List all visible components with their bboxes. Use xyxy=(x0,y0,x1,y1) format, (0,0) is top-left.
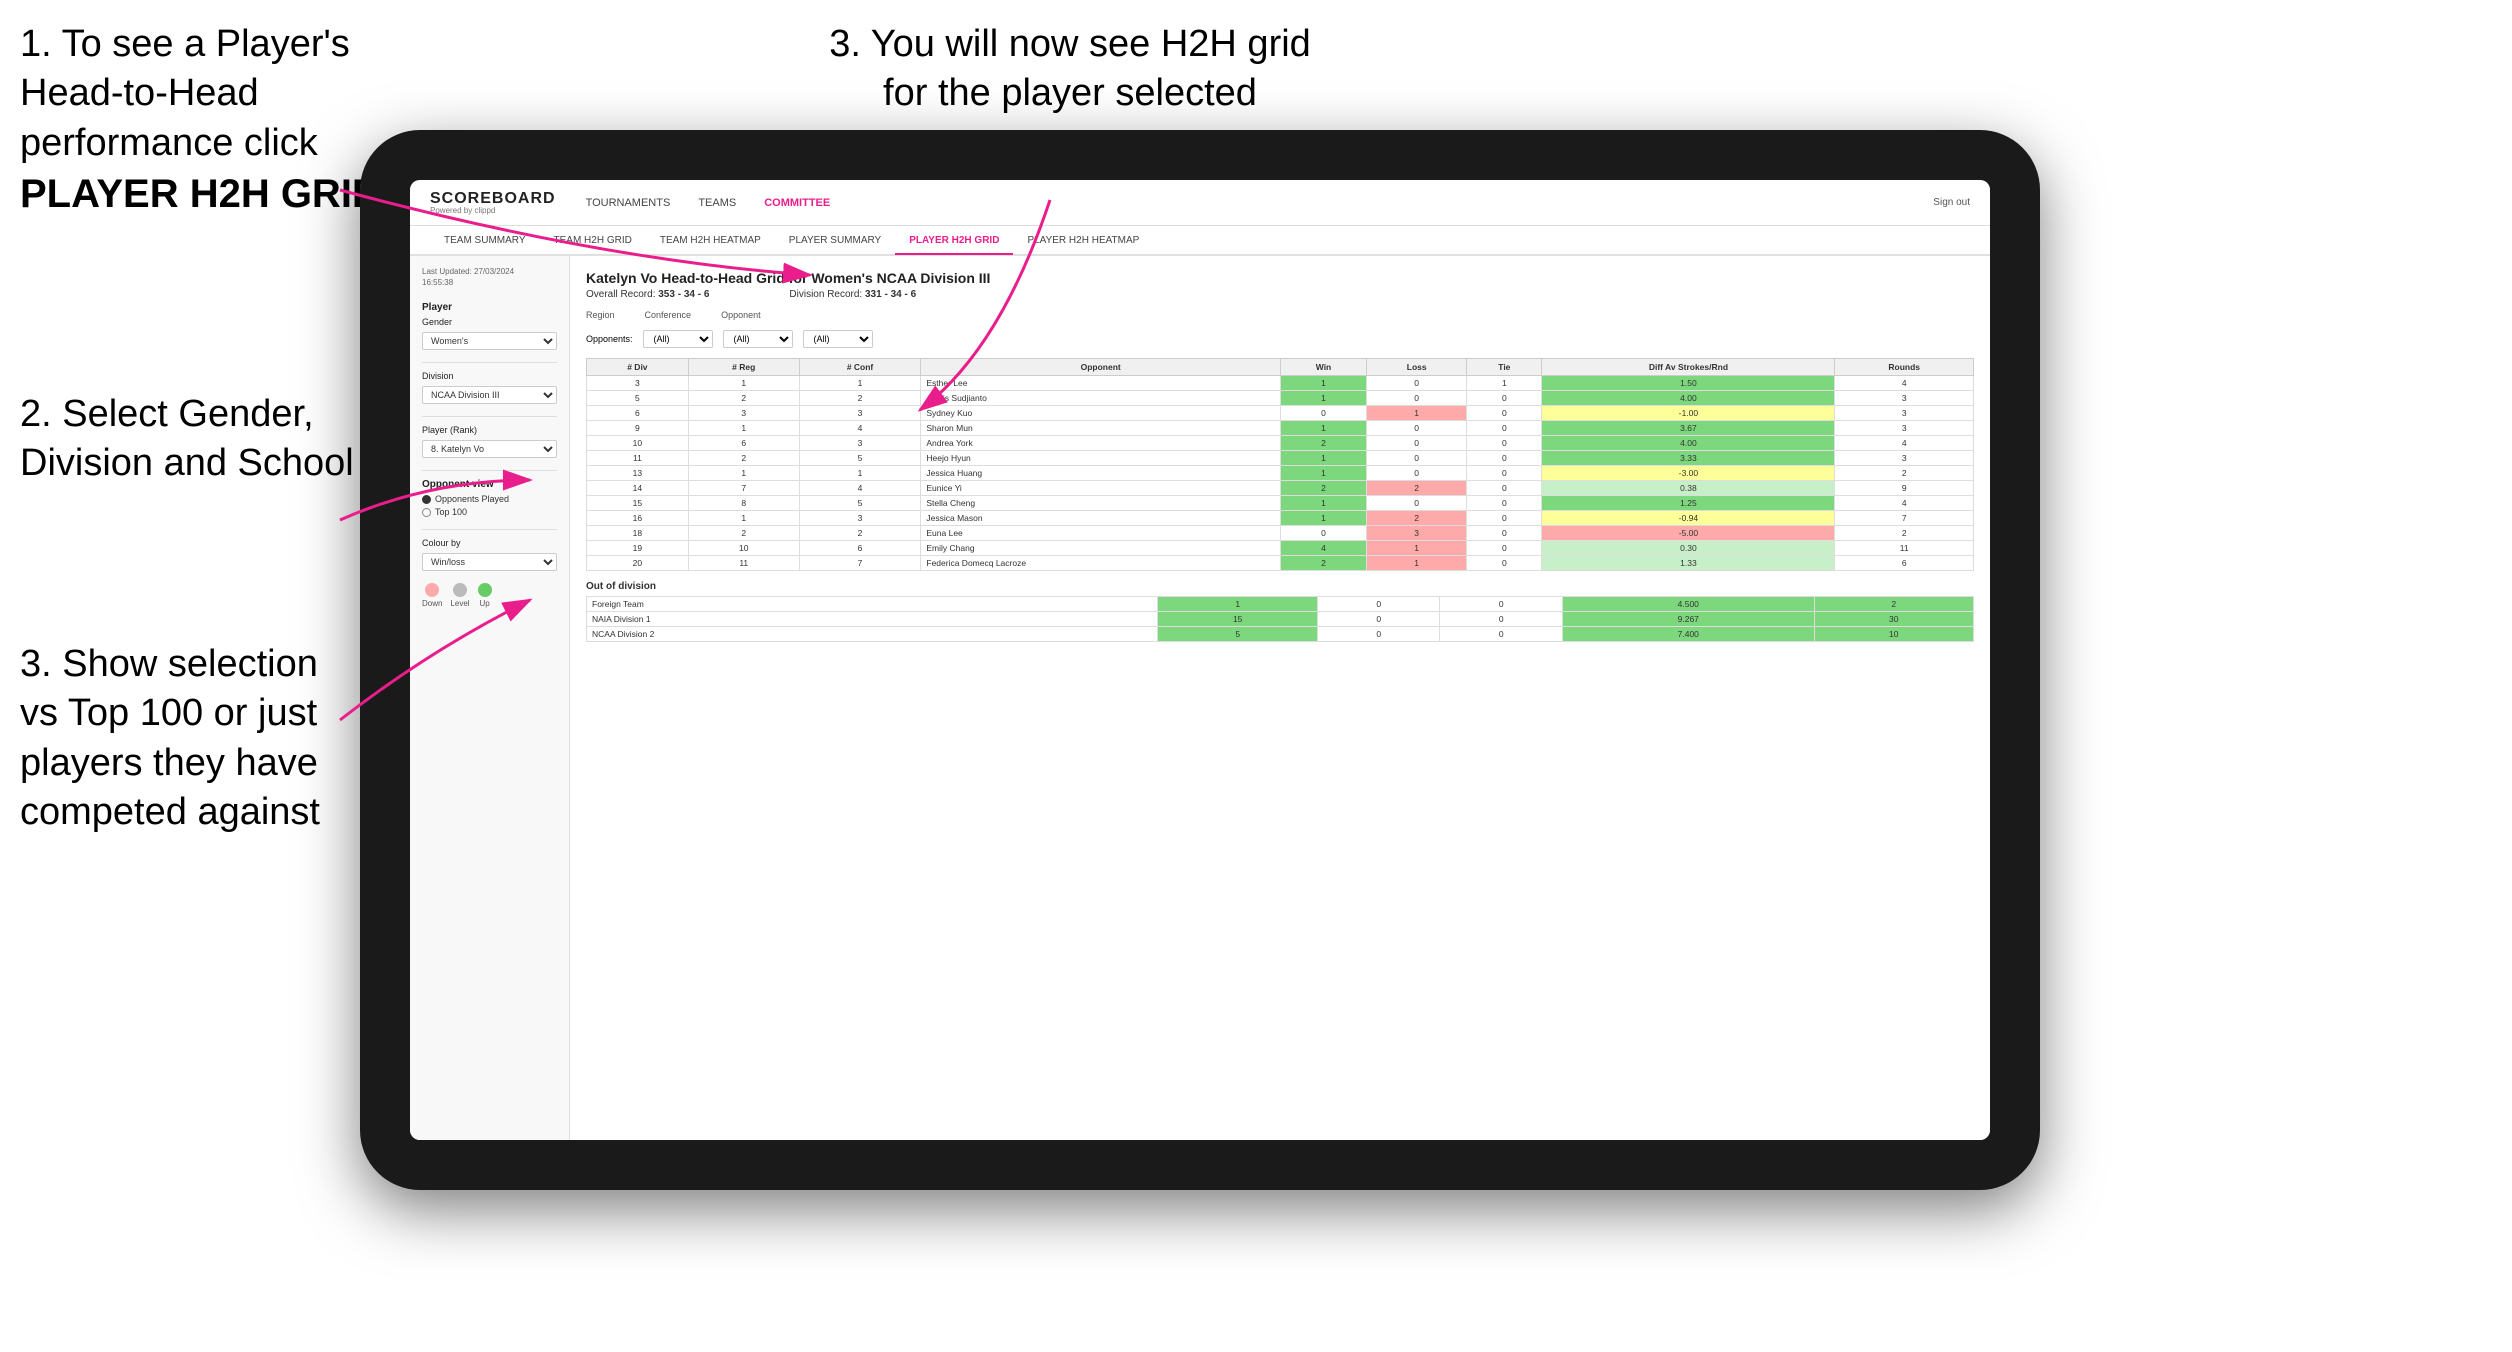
col-tie: Tie xyxy=(1467,359,1542,376)
col-loss: Loss xyxy=(1367,359,1467,376)
division-select[interactable]: NCAA Division III NCAA Division I NCAA D… xyxy=(422,386,557,404)
player-label: Player xyxy=(422,302,557,313)
opponents-played-radio[interactable]: Opponents Played xyxy=(422,494,557,504)
legend-dot-up xyxy=(478,583,492,597)
gender-select[interactable]: Women's Men's xyxy=(422,332,557,350)
instruction-3-top: 3. You will now see H2H grid for the pla… xyxy=(820,20,1320,119)
nav-link-teams[interactable]: TEAMS xyxy=(698,197,736,209)
overall-record: Overall Record: 353 - 34 - 6 xyxy=(586,289,709,300)
division-record: Division Record: 331 - 34 - 6 xyxy=(789,289,916,300)
sidebar-timestamp: Last Updated: 27/03/2024 16:55:38 xyxy=(422,266,557,288)
table-row: 18 xyxy=(587,526,689,541)
sidebar-opponent-section: Opponent view Opponents Played Top 100 xyxy=(422,479,557,517)
col-diff: Diff Av Strokes/Rnd xyxy=(1542,359,1835,376)
sidebar-gender-section: Gender Women's Men's xyxy=(422,317,557,350)
logo-sub: Powered by clippd xyxy=(430,207,556,215)
table-row: 19 xyxy=(587,541,689,556)
sidebar: Last Updated: 27/03/2024 16:55:38 Player… xyxy=(410,256,570,1140)
opponents-label: Opponents: xyxy=(586,334,633,344)
table-row: 10 xyxy=(587,436,689,451)
table-row: 6 xyxy=(587,406,689,421)
sidebar-player-rank-section: Player (Rank) 8. Katelyn Vo xyxy=(422,425,557,458)
sign-out-link[interactable]: Sign out xyxy=(1933,197,1970,208)
table-row: 15 xyxy=(587,496,689,511)
out-of-division-label: Out of division xyxy=(586,581,1974,592)
colour-by-select[interactable]: Win/loss xyxy=(422,553,557,571)
nav-links: TOURNAMENTS TEAMS COMMITTEE xyxy=(586,197,1934,209)
col-win: Win xyxy=(1280,359,1366,376)
sub-nav-player-h2h-grid[interactable]: PLAYER H2H GRID xyxy=(895,227,1013,255)
h2h-table: # Div # Reg # Conf Opponent Win Loss Tie… xyxy=(586,358,1974,571)
col-reg: # Reg xyxy=(688,359,799,376)
legend-up: Up xyxy=(478,583,492,608)
opponent-select[interactable]: (All) xyxy=(803,330,873,348)
table-row: 9 xyxy=(587,421,689,436)
grid-title: Katelyn Vo Head-to-Head Grid for Women's… xyxy=(586,270,1974,286)
sub-nav-team-h2h-heatmap[interactable]: TEAM H2H HEATMAP xyxy=(646,227,775,255)
nav-right: Sign out xyxy=(1933,197,1970,208)
table-row: 20 xyxy=(587,556,689,571)
nav-bar: SCOREBOARD Powered by clippd TOURNAMENTS… xyxy=(410,180,1990,226)
ood-table: Foreign Team 1 0 0 4.500 2 NAIA Division… xyxy=(586,596,1974,642)
col-rounds: Rounds xyxy=(1835,359,1974,376)
sidebar-player-section: Player Gender Women's Men's Division NCA… xyxy=(422,302,557,458)
sidebar-division-section: Division NCAA Division III NCAA Division… xyxy=(422,371,557,404)
gender-label: Gender xyxy=(422,317,557,327)
logo-area: SCOREBOARD Powered by clippd xyxy=(430,191,556,215)
col-div: # Div xyxy=(587,359,689,376)
legend-down: Down xyxy=(422,583,442,608)
grid-records: Overall Record: 353 - 34 - 6 Division Re… xyxy=(586,289,1974,300)
legend-level: Level xyxy=(450,583,469,608)
table-row: 3 xyxy=(587,376,689,391)
instruction-1: 1. To see a Player's Head-to-Head perfor… xyxy=(20,20,400,221)
instruction-3-bottom: 3. Show selection vs Top 100 or just pla… xyxy=(20,640,360,838)
nav-link-tournaments[interactable]: TOURNAMENTS xyxy=(586,197,671,209)
player-rank-select[interactable]: 8. Katelyn Vo xyxy=(422,440,557,458)
player-rank-label: Player (Rank) xyxy=(422,425,557,435)
table-row: 5 xyxy=(587,391,689,406)
sub-nav-team-h2h-grid[interactable]: TEAM H2H GRID xyxy=(540,227,646,255)
filter-selects-row: Opponents: (All) (All) (All) xyxy=(586,330,1974,348)
sidebar-colour-section: Colour by Win/loss xyxy=(422,538,557,571)
sub-nav-player-h2h-heatmap[interactable]: PLAYER H2H HEATMAP xyxy=(1013,227,1153,255)
conference-filter: Conference xyxy=(645,310,692,322)
colour-by-label: Colour by xyxy=(422,538,557,548)
sub-nav-player-summary[interactable]: PLAYER SUMMARY xyxy=(775,227,895,255)
region-select[interactable]: (All) xyxy=(643,330,713,348)
col-opponent: Opponent xyxy=(921,359,1281,376)
data-area: Katelyn Vo Head-to-Head Grid for Women's… xyxy=(570,256,1990,1140)
tablet: SCOREBOARD Powered by clippd TOURNAMENTS… xyxy=(360,130,2040,1190)
division-label: Division xyxy=(422,371,557,381)
sub-nav: TEAM SUMMARY TEAM H2H GRID TEAM H2H HEAT… xyxy=(410,226,1990,256)
sub-nav-team-summary[interactable]: TEAM SUMMARY xyxy=(430,227,540,255)
legend-dot-down xyxy=(425,583,439,597)
radio-dot-top100 xyxy=(422,508,431,517)
region-filter: Region xyxy=(586,310,615,322)
logo-text: SCOREBOARD xyxy=(430,191,556,207)
instruction-2: 2. Select Gender, Division and School xyxy=(20,390,360,489)
color-legend: Down Level Up xyxy=(422,583,557,608)
main-content: Last Updated: 27/03/2024 16:55:38 Player… xyxy=(410,256,1990,1140)
table-row: 16 xyxy=(587,511,689,526)
col-conf: # Conf xyxy=(799,359,921,376)
filter-row: Region Conference Opponent xyxy=(586,310,1974,322)
opponent-filter: Opponent xyxy=(721,310,761,322)
nav-link-committee[interactable]: COMMITTEE xyxy=(764,197,830,209)
table-row: 11 xyxy=(587,451,689,466)
tablet-screen: SCOREBOARD Powered by clippd TOURNAMENTS… xyxy=(410,180,1990,1140)
table-row: 13 xyxy=(587,466,689,481)
conference-select[interactable]: (All) xyxy=(723,330,793,348)
opponent-view-label: Opponent view xyxy=(422,479,557,490)
top100-radio[interactable]: Top 100 xyxy=(422,507,557,517)
radio-dot-opponents xyxy=(422,495,431,504)
legend-dot-level xyxy=(453,583,467,597)
table-row: 14 xyxy=(587,481,689,496)
